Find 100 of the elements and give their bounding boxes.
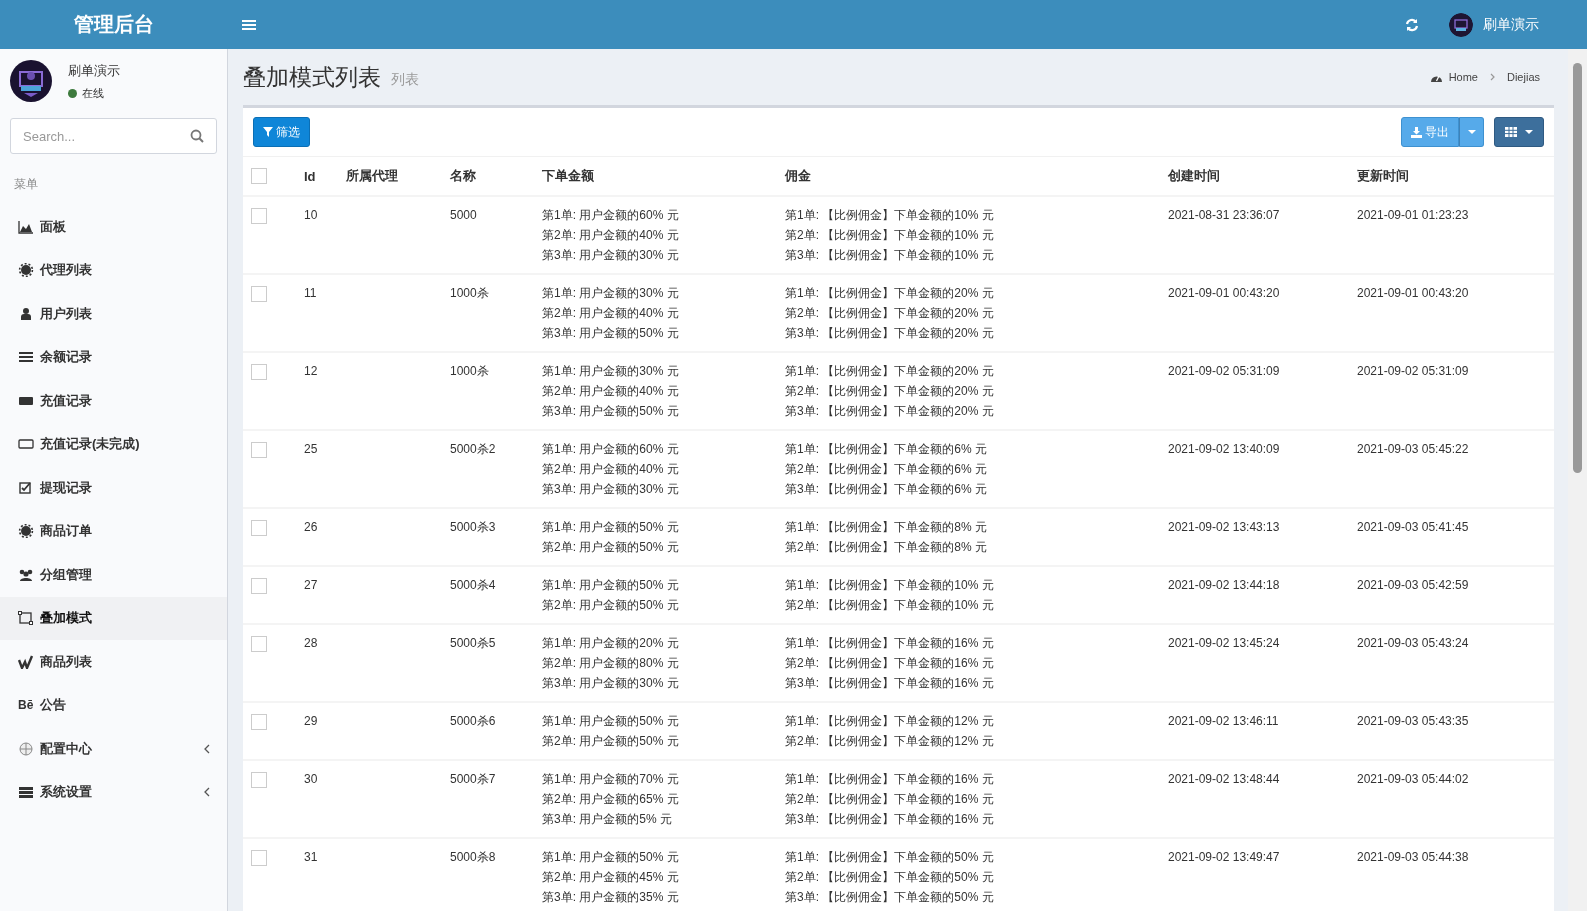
table-cell-text: 第1单: 用户金额的70% 元 — [542, 771, 679, 788]
row-checkbox[interactable] — [251, 636, 267, 652]
column-header[interactable]: 下单金额 — [542, 167, 785, 185]
table-cell-text: 第3单: 【比例佣金】下单金额的16% 元 — [785, 675, 994, 692]
table-cell-text: 第3单: 用户金额的30% 元 — [542, 675, 679, 692]
refresh-icon[interactable] — [1405, 17, 1419, 32]
table-cell: 2021-09-03 05:44:38 — [1357, 850, 1469, 864]
row-checkbox[interactable] — [251, 578, 267, 594]
row-checkbox[interactable] — [251, 364, 267, 380]
scrollbar[interactable] — [1568, 49, 1587, 911]
table-cell-text: 第3单: 用户金额的35% 元 — [542, 889, 679, 906]
table-cell-text: 第1单: 【比例佣金】下单金额的12% 元 — [785, 713, 994, 730]
row-checkbox[interactable] — [251, 850, 267, 866]
column-header[interactable]: 所属代理 — [346, 167, 450, 185]
menu-item[interactable]: 叠加模式 — [0, 596, 227, 640]
table-cell-text: 第2单: 【比例佣金】下单金额的20% 元 — [785, 305, 994, 322]
table-cell: 5000杀6 — [450, 714, 496, 728]
columns-button[interactable] — [1494, 117, 1544, 147]
table-cell-text: 第2单: 【比例佣金】下单金额的10% 元 — [785, 597, 994, 614]
menu-item[interactable]: 代理列表 — [0, 248, 227, 292]
row-checkbox[interactable] — [251, 208, 267, 224]
table-cell-text: 第1单: 用户金额的60% 元 — [542, 207, 679, 224]
table-cell-text: 第3单: 【比例佣金】下单金额的20% 元 — [785, 325, 994, 342]
gear-icon — [18, 263, 34, 278]
table-cell: 10 — [304, 208, 318, 222]
table-cell: 2021-09-01 01:23:23 — [1357, 208, 1469, 222]
table-cell-text: 第1单: 用户金额的30% 元 — [542, 285, 679, 302]
table-cell-text: 第1单: 用户金额的30% 元 — [542, 363, 679, 380]
table-cell-text: 第1单: 【比例佣金】下单金额的20% 元 — [785, 285, 994, 302]
menu-item[interactable]: 系统设置 — [0, 770, 227, 814]
table-cell: 2021-08-31 23:36:07 — [1168, 208, 1280, 222]
page-title: 叠加模式列表 — [243, 62, 381, 92]
brand-title[interactable]: 管理后台 — [0, 11, 228, 38]
caret-icon — [1467, 130, 1476, 134]
row-checkbox[interactable] — [251, 520, 267, 536]
table-cell-text: 第1单: 用户金额的50% 元 — [542, 713, 679, 730]
table-cell-text: 第3单: 【比例佣金】下单金额的20% 元 — [785, 403, 994, 420]
menu-item[interactable]: 用户列表 — [0, 292, 227, 336]
checkbox-icon — [18, 480, 34, 495]
menu-header: 菜单 — [13, 176, 39, 193]
search-icon[interactable] — [190, 129, 204, 143]
table-cell-text: 第2单: 【比例佣金】下单金额的12% 元 — [785, 733, 994, 750]
search-field[interactable]: Search... — [10, 118, 217, 154]
behance-icon: Bē — [18, 698, 34, 713]
column-header[interactable]: Id — [304, 168, 346, 184]
table-cell: 29 — [304, 714, 318, 728]
table-cell: 26 — [304, 520, 318, 534]
table-cell: 5000杀7 — [450, 772, 496, 786]
avatar-icon — [10, 60, 52, 102]
table-cell: 5000杀4 — [450, 578, 496, 592]
table-cell-text: 第3单: 用户金额的5% 元 — [542, 811, 673, 828]
table-cell: 25 — [304, 442, 318, 456]
menu-item[interactable]: 商品列表 — [0, 640, 227, 684]
table-cell-text: 第2单: 用户金额的40% 元 — [542, 383, 679, 400]
user-name[interactable]: 刷单演示 — [1483, 15, 1539, 34]
table-cell-text: 第1单: 用户金额的50% 元 — [542, 519, 679, 536]
table-cell-text: 第3单: 【比例佣金】下单金额的10% 元 — [785, 247, 994, 264]
table-cell: 2021-09-02 13:49:47 — [1168, 850, 1280, 864]
list-icon — [18, 350, 34, 365]
column-header[interactable]: 佣金 — [785, 167, 1168, 185]
table-cell-text: 第1单: 【比例佣金】下单金额的16% 元 — [785, 771, 994, 788]
table-cell-text: 第2单: 【比例佣金】下单金额的10% 元 — [785, 227, 994, 244]
selection-icon — [18, 611, 34, 626]
table-cell: 2021-09-02 13:44:18 — [1168, 578, 1280, 592]
menu-icon[interactable] — [242, 18, 256, 31]
filter-icon — [263, 127, 273, 137]
row-checkbox[interactable] — [251, 442, 267, 458]
menu-item[interactable]: 充值记录 — [0, 379, 227, 423]
menu-item[interactable]: 充值记录(未完成) — [0, 422, 227, 466]
table-cell: 31 — [304, 850, 318, 864]
menu-item[interactable]: Bē 公告 — [0, 683, 227, 727]
grid-icon — [1505, 127, 1517, 137]
menu-item[interactable]: 分组管理 — [0, 553, 227, 597]
column-header[interactable]: 更新时间 — [1357, 167, 1527, 185]
avatar-icon[interactable] — [1449, 12, 1473, 37]
menu-item[interactable]: 配置中心 — [0, 727, 227, 771]
globe-icon — [18, 741, 34, 756]
table-cell-text: 第1单: 用户金额的60% 元 — [542, 441, 679, 458]
table-cell-text: 第3单: 用户金额的50% 元 — [542, 403, 679, 420]
dropdown-button[interactable] — [1459, 117, 1484, 147]
gear-icon — [18, 524, 34, 539]
table-cell-text: 第3单: 【比例佣金】下单金额的50% 元 — [785, 889, 994, 906]
table-cell-text: 第2单: 用户金额的40% 元 — [542, 227, 679, 244]
menu-item[interactable]: 余额记录 — [0, 335, 227, 379]
breadcrumb-link[interactable]: Home — [1448, 71, 1478, 83]
select-all-checkbox[interactable] — [251, 168, 267, 184]
table-cell: 1000杀 — [450, 364, 489, 378]
table-cell-text: 第1单: 【比例佣金】下单金额的10% 元 — [785, 577, 994, 594]
table-cell-text: 第3单: 【比例佣金】下单金额的6% 元 — [785, 481, 988, 498]
row-checkbox[interactable] — [251, 772, 267, 788]
menu-item[interactable]: 商品订单 — [0, 509, 227, 553]
menu-item[interactable]: 提现记录 — [0, 466, 227, 510]
row-checkbox[interactable] — [251, 286, 267, 302]
row-checkbox[interactable] — [251, 714, 267, 730]
filter-button[interactable]: 筛选 — [253, 117, 310, 147]
table-cell: 2021-09-02 05:31:09 — [1357, 364, 1469, 378]
menu-item[interactable]: 面板 — [0, 205, 227, 249]
rectangle-icon — [18, 437, 34, 452]
column-header[interactable]: 创建时间 — [1168, 167, 1357, 185]
column-header[interactable]: 名称 — [450, 167, 542, 185]
